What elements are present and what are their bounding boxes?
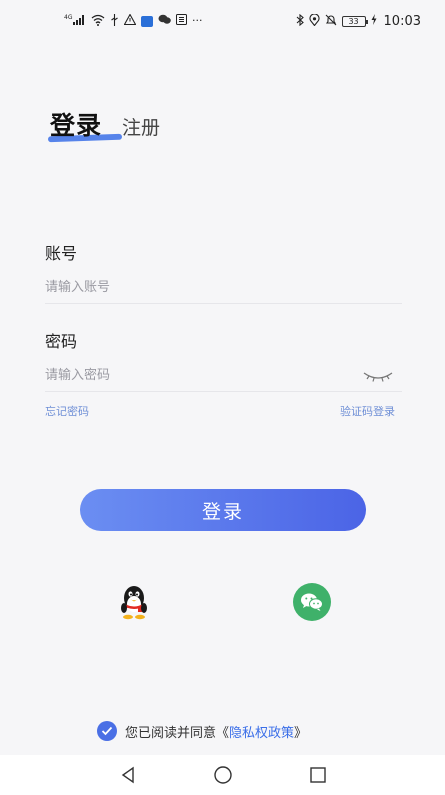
usb-icon (110, 13, 119, 29)
policy-close-bracket: 》 (294, 725, 308, 741)
qq-icon[interactable] (114, 582, 154, 622)
home-icon[interactable] (212, 764, 234, 786)
wechat-icon[interactable] (293, 583, 331, 621)
news-icon (176, 14, 187, 28)
agreement-row: 您已阅读并同意《隐私权政策》 (97, 721, 307, 741)
tab-register[interactable]: 注册 (122, 113, 160, 142)
svg-text:4G: 4G (64, 14, 73, 21)
status-bar-right: 33 10:03 (296, 12, 421, 29)
clock: 10:03 (383, 13, 421, 29)
account-input[interactable] (45, 272, 402, 304)
forgot-password-link[interactable]: 忘记密码 (45, 403, 89, 419)
app-notification-icon (141, 15, 153, 27)
status-bar: 4G ··· 33 10:03 (0, 0, 445, 42)
password-label: 密码 (45, 332, 78, 351)
status-bar-left: 4G ··· (64, 13, 203, 29)
charging-icon (371, 14, 377, 28)
back-icon[interactable] (117, 764, 139, 786)
agreement-text: 您已阅读并同意 (125, 725, 217, 741)
wifi-icon (91, 14, 105, 29)
login-button[interactable]: 登录 (80, 489, 366, 531)
eye-closed-icon[interactable] (362, 369, 394, 383)
privacy-policy-link[interactable]: 隐私权政策 (229, 726, 294, 741)
battery-icon: 33 (341, 15, 368, 27)
check-icon (101, 726, 113, 736)
code-login-link[interactable]: 验证码登录 (340, 403, 395, 419)
policy-open-bracket: 《 (216, 725, 230, 741)
tab-login-label: 登录 (50, 111, 103, 140)
signal-icon: 4G (64, 14, 86, 29)
warning-icon (123, 13, 137, 28)
more-icon: ··· (192, 14, 203, 27)
tab-login[interactable]: 登录 (47, 106, 123, 143)
bluetooth-icon (296, 13, 304, 29)
chat-icon (158, 14, 171, 28)
recents-icon[interactable] (307, 764, 329, 786)
location-icon (309, 12, 320, 29)
agreement-checkbox[interactable] (97, 721, 117, 741)
password-input[interactable] (45, 360, 402, 392)
system-nav-bar (0, 755, 445, 795)
auth-tabs: 登录 注册 (47, 106, 160, 143)
mute-icon (325, 14, 337, 29)
account-label: 账号 (45, 244, 78, 263)
